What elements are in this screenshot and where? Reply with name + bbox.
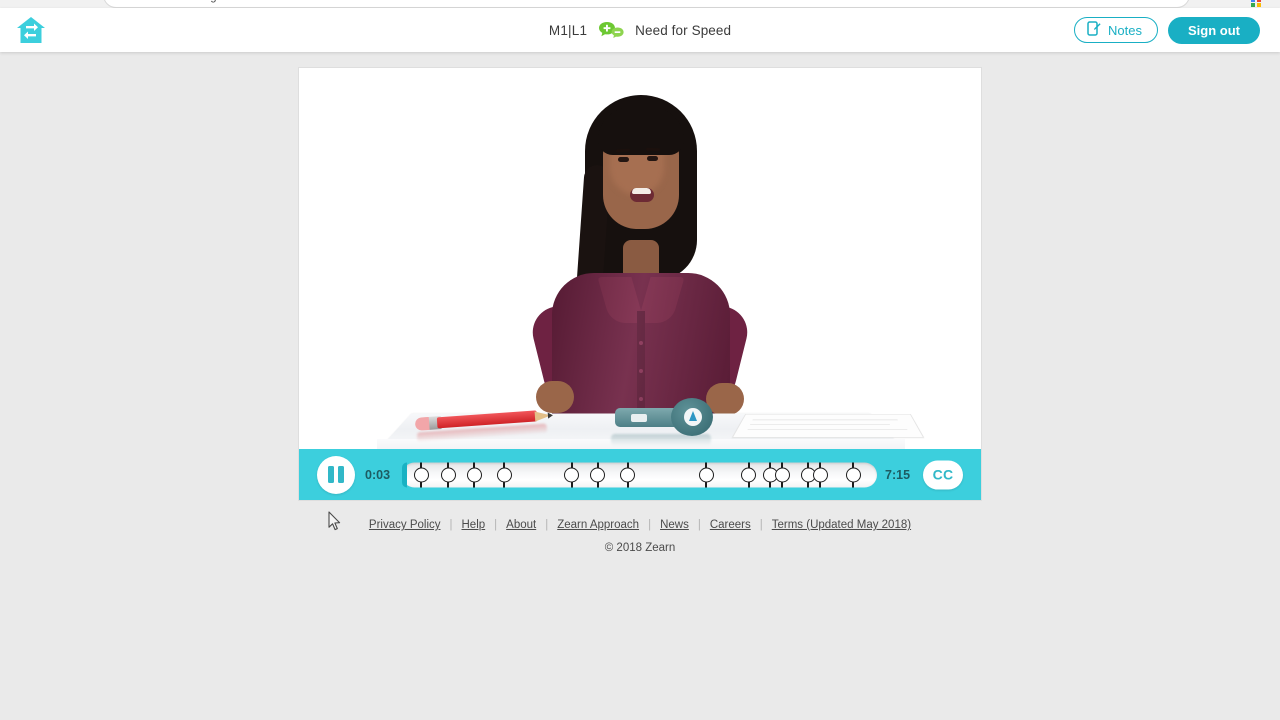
page-footer: Privacy Policy | Help | About | Zearn Approach… (0, 519, 1280, 554)
header-actions: Notes Sign out (1074, 8, 1260, 52)
puzzle-grid-icon[interactable] (1251, 0, 1262, 7)
copyright-text: © 2018 Zearn (604, 542, 676, 554)
app-header: M1|L1 Need for Speed Notes Sign out (0, 8, 1280, 52)
tape-measure-prop (609, 398, 715, 436)
player-controls: 0:03 7:15 CC (299, 449, 981, 500)
footer-link[interactable]: Help (462, 519, 486, 531)
home-with-arrow-icon[interactable] (16, 15, 46, 45)
video-player[interactable]: 0:03 7:15 CC (298, 67, 982, 501)
browser-chrome-sliver: zearn.org/classwork/... (0, 0, 1280, 8)
notes-button[interactable]: Notes (1074, 17, 1158, 43)
video-stage[interactable] (299, 68, 981, 451)
notes-button-label: Notes (1108, 22, 1142, 38)
footer-separator: | (648, 519, 652, 531)
footer-separator: | (545, 519, 549, 531)
footer-link[interactable]: Careers (710, 519, 751, 531)
footer-link[interactable]: News (660, 519, 689, 531)
footer-separator: | (494, 519, 498, 531)
footer-separator: | (449, 519, 453, 531)
instructor-figure (527, 95, 753, 439)
speech-bubbles-plus-minus-icon (598, 21, 624, 40)
progress-bar[interactable] (402, 462, 877, 487)
footer-link[interactable]: Zearn Approach (557, 519, 639, 531)
total-time-label: 7:15 (885, 467, 911, 482)
current-time-label: 0:03 (365, 467, 391, 482)
footer-separator: | (697, 519, 701, 531)
sign-out-button[interactable]: Sign out (1168, 16, 1260, 44)
footer-links: Privacy Policy | Help | About | Zearn Approach… (0, 519, 1280, 531)
footer-link[interactable]: About (506, 519, 536, 531)
footer-link[interactable]: Privacy Policy (369, 519, 441, 531)
paper-prop (731, 414, 925, 438)
lesson-code: M1|L1 (548, 22, 588, 38)
closed-captions-button[interactable]: CC (923, 460, 963, 489)
notepad-pencil-icon (1087, 21, 1101, 39)
footer-link[interactable]: Terms (Updated May 2018) (772, 519, 911, 531)
browser-address-text: zearn.org/classwork/... (170, 0, 280, 3)
pause-icon[interactable] (317, 455, 355, 494)
lesson-title: Need for Speed (635, 22, 732, 38)
footer-separator: | (759, 519, 763, 531)
progress-fill (402, 462, 407, 487)
